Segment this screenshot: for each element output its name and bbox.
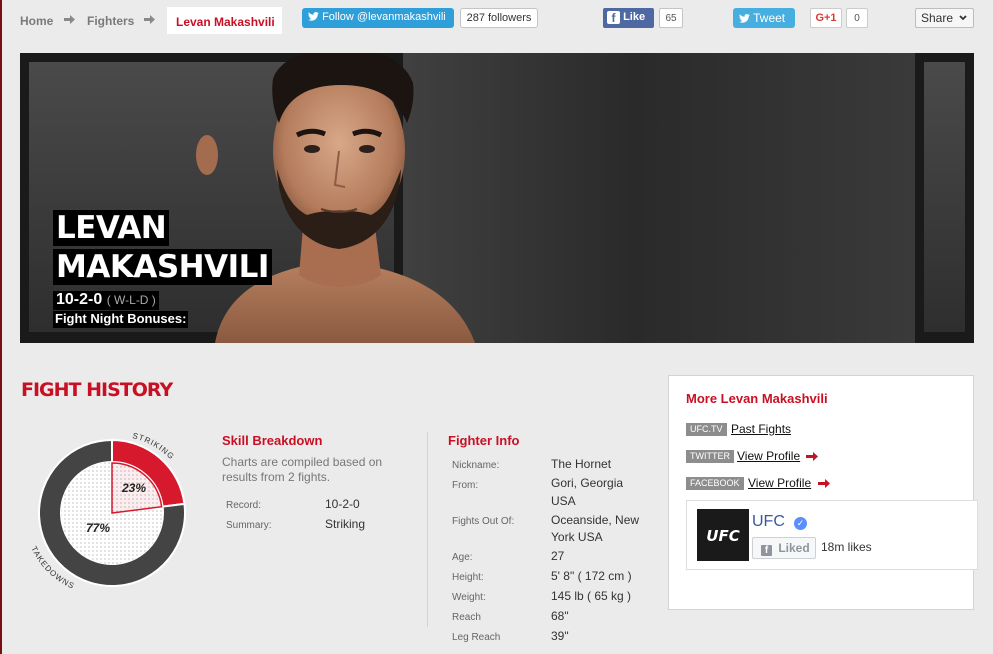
twitter-follow-label: Follow @levanmakashvili — [322, 11, 446, 23]
reach-label: Reach — [452, 612, 481, 623]
arrow-right-icon — [64, 15, 75, 24]
share-label: Share — [921, 11, 954, 25]
top-bar: Home Fighters Levan Makashvili Follow @l… — [0, 0, 993, 38]
fighter-first-name: LEVAN — [53, 210, 170, 246]
arrow-right-icon — [806, 452, 818, 461]
more-fighter-panel: More Levan Makashvili UFC.TV Past Fights… — [668, 375, 978, 610]
twitter-tag: TWITTER — [686, 450, 734, 463]
skill-donut-chart: STRIKING TAKEDOWNS 23% 77% — [29, 431, 186, 591]
facebook-page-widget: UFC UFC ✓ f Liked 18m likes — [686, 500, 978, 570]
takedowns-percent-label: 77% — [86, 521, 110, 535]
facebook-view-profile-link[interactable]: View Profile — [748, 476, 811, 490]
twitter-bird-icon — [739, 14, 750, 23]
breadcrumb-current: Levan Makashvili — [167, 7, 282, 34]
facebook-icon: f — [607, 11, 620, 25]
tweet-button[interactable]: Tweet — [733, 8, 795, 28]
nickname-value: The Hornet — [551, 457, 612, 471]
fights-out-of-value-line-1: Oceanside, New — [551, 513, 640, 527]
from-value-line-1: Gori, Georgia — [551, 476, 624, 490]
record-value: 10-2-0 — [325, 497, 360, 511]
facebook-like-button[interactable]: f Like — [603, 8, 654, 28]
fighter-record: 10-2-0 ( W-L-D ) — [53, 291, 159, 310]
google-plus-button[interactable]: G+1 — [810, 8, 842, 28]
breadcrumb-fighters[interactable]: Fighters — [87, 14, 134, 28]
from-label: From: — [452, 480, 479, 491]
arrow-right-icon — [144, 15, 155, 24]
fighter-record-value: 10-2-0 — [56, 291, 103, 308]
age-value: 27 — [551, 549, 565, 563]
facebook-likes-count: 18m likes — [821, 540, 872, 554]
age-label: Age: — [452, 552, 473, 563]
facebook-liked-button[interactable]: f Liked — [752, 537, 816, 559]
facebook-tag: FACEBOOK — [686, 477, 744, 490]
tweet-label: Tweet — [753, 11, 786, 25]
fight-night-bonuses-label: Fight Night Bonuses: — [53, 311, 189, 328]
striking-percent-label: 23% — [121, 481, 146, 495]
twitter-follow-button[interactable]: Follow @levanmakashvili — [302, 8, 454, 28]
skill-breakdown-description: Charts are compiled based on results fro… — [222, 455, 383, 484]
skill-breakdown-title: Skill Breakdown — [222, 433, 323, 448]
liked-label: Liked — [778, 541, 810, 555]
left-edge-stripe — [0, 0, 2, 654]
weight-value: 145 lb ( 65 kg ) — [551, 589, 632, 603]
record-label: Record: — [226, 500, 262, 511]
ufc-logo[interactable]: UFC — [697, 509, 749, 561]
fight-history-title: FIGHT HISTORY — [21, 379, 173, 401]
fighter-info-title: Fighter Info — [448, 433, 520, 448]
twitter-view-profile-link[interactable]: View Profile — [737, 449, 800, 463]
ufctv-tag: UFC.TV — [686, 423, 727, 436]
fighter-hero-banner: LEVAN MAKASHVILI 10-2-0 ( W-L-D ) Fight … — [20, 53, 974, 343]
facebook-like-count: 65 — [659, 8, 683, 28]
arrow-right-icon — [818, 479, 830, 488]
facebook-like-label: Like — [623, 11, 646, 23]
fights-out-of-value-line-2: York USA — [551, 530, 603, 544]
from-value-line-2: USA — [551, 494, 576, 508]
section-divider — [427, 432, 428, 627]
verified-badge-icon: ✓ — [794, 517, 807, 530]
facebook-page-name[interactable]: UFC — [752, 513, 785, 531]
twitter-bird-icon — [308, 12, 319, 21]
more-panel-title: More Levan Makashvili — [686, 391, 828, 406]
facebook-icon: f — [761, 545, 772, 556]
nickname-label: Nickname: — [452, 460, 500, 471]
fights-out-of-label: Fights Out Of: — [452, 516, 515, 527]
twitter-followers-count[interactable]: 287 followers — [460, 8, 538, 28]
chevron-down-icon — [959, 15, 968, 21]
fighter-last-name: MAKASHVILI — [53, 249, 272, 285]
leg-reach-value: 39" — [551, 629, 569, 643]
weight-label: Weight: — [452, 592, 486, 603]
height-label: Height: — [452, 572, 484, 583]
google-plus-count: 0 — [846, 8, 868, 28]
record-format-label: ( W-L-D ) — [106, 293, 156, 307]
leg-reach-label: Leg Reach — [452, 632, 501, 643]
hero-panel-right — [924, 62, 965, 332]
share-button[interactable]: Share — [915, 8, 974, 28]
fighter-portrait-image — [196, 53, 475, 343]
past-fights-link[interactable]: Past Fights — [731, 422, 791, 436]
summary-label: Summary: — [226, 520, 272, 531]
height-value: 5' 8" ( 172 cm ) — [551, 569, 632, 583]
breadcrumb-home[interactable]: Home — [20, 14, 53, 28]
summary-value: Striking — [325, 517, 366, 531]
reach-value: 68" — [551, 609, 569, 623]
